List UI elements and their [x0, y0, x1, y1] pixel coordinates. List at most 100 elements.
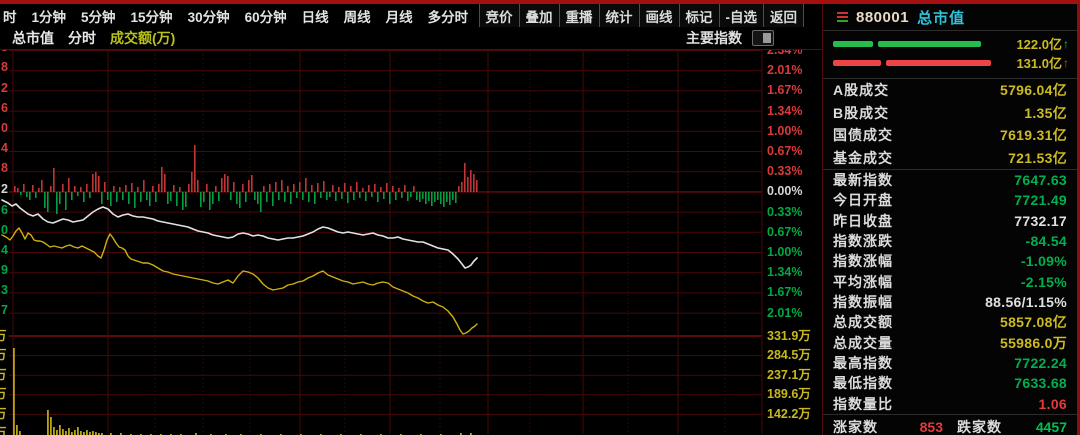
- volume-bar: [19, 431, 21, 435]
- decline-bar: [254, 192, 256, 200]
- stat-row[interactable]: 最高指数7722.24: [823, 353, 1077, 373]
- chart-tab[interactable]: 成交额(万): [110, 28, 175, 48]
- major-index-toggle[interactable]: [752, 30, 774, 46]
- index-name: 总市值: [917, 7, 965, 28]
- stat-value: 7732.17: [1014, 213, 1067, 229]
- advance-bar: [368, 185, 370, 192]
- period-tab[interactable]: 多分时: [428, 6, 469, 26]
- decline-bar: [110, 192, 112, 206]
- stat-row[interactable]: 基金成交721.53亿: [823, 147, 1077, 169]
- volume-bar: [53, 427, 55, 435]
- period-tab[interactable]: 15分钟: [131, 6, 173, 26]
- advance-bar: [62, 184, 64, 192]
- advance-bar: [197, 180, 199, 192]
- advance-bar: [224, 174, 226, 192]
- volume-bar: [62, 429, 64, 435]
- panel-header[interactable]: 880001 总市值: [823, 4, 1077, 31]
- major-index-label: 主要指数: [686, 28, 742, 48]
- decline-bar: [35, 192, 37, 198]
- advance-bar: [143, 180, 145, 192]
- action-button[interactable]: 统计: [599, 4, 639, 27]
- advance-bar: [137, 187, 139, 192]
- decline-bar: [47, 192, 49, 212]
- decline-bar: [116, 192, 118, 202]
- menu-icon[interactable]: [837, 12, 848, 22]
- stat-row[interactable]: 指数振幅88.56/1.15%: [823, 292, 1077, 312]
- advance-bar: [404, 185, 406, 192]
- period-tab-fragment[interactable]: 时: [3, 6, 17, 26]
- stat-value: 5796.04亿: [1000, 80, 1067, 100]
- decline-bar: [419, 192, 421, 202]
- stat-label: 总成交量: [833, 333, 893, 353]
- stat-row[interactable]: 国债成交7619.31亿: [823, 124, 1077, 146]
- advance-bar: [17, 188, 19, 192]
- stat-row[interactable]: 指数涨跌-84.54: [823, 231, 1077, 251]
- decline-bar: [401, 192, 403, 198]
- action-button[interactable]: 返回: [763, 4, 804, 27]
- decline-bar: [302, 192, 304, 200]
- stat-row[interactable]: 指数量比1.06: [823, 394, 1077, 414]
- volume-bar: [65, 431, 67, 435]
- period-tab[interactable]: 日线: [302, 6, 329, 26]
- action-button[interactable]: 标记: [679, 4, 719, 27]
- major-index-control: 主要指数: [686, 28, 774, 48]
- decline-bar: [428, 192, 430, 201]
- volume-bar: [50, 417, 52, 435]
- stat-row[interactable]: 总成交量55986.0万: [823, 333, 1077, 353]
- stat-row[interactable]: 昨日收盘7732.17: [823, 211, 1077, 231]
- stat-row[interactable]: 平均涨幅-2.15%: [823, 272, 1077, 292]
- stat-value: 1.35亿: [1024, 103, 1067, 123]
- advance-bar: [386, 183, 388, 192]
- advance-bar: [164, 174, 166, 192]
- advance-bar: [281, 180, 283, 192]
- stat-row[interactable]: 最低指数7633.68: [823, 373, 1077, 393]
- advance-bar: [251, 175, 253, 192]
- period-tab[interactable]: 30分钟: [188, 6, 230, 26]
- period-tab[interactable]: 60分钟: [245, 6, 287, 26]
- action-buttons: 竞价叠加重播统计画线标记-自选返回: [479, 4, 805, 27]
- stat-row[interactable]: B股成交1.35亿: [823, 102, 1077, 124]
- advance-bar: [104, 182, 106, 192]
- advance-bar: [305, 178, 307, 192]
- advance-bar: [464, 163, 466, 192]
- chart-tab[interactable]: 总市值: [12, 28, 54, 48]
- decline-bar: [200, 192, 202, 207]
- advance-bar: [470, 170, 472, 192]
- period-tab[interactable]: 1分钟: [32, 6, 67, 26]
- advance-bar: [113, 186, 115, 192]
- period-tab[interactable]: 月线: [386, 6, 413, 26]
- advance-bar: [323, 181, 325, 192]
- decline-bar: [284, 192, 286, 202]
- volume-bar: [16, 425, 18, 435]
- advance-bar: [173, 185, 175, 192]
- action-button[interactable]: 重播: [559, 4, 599, 27]
- chart-tab[interactable]: 分时: [68, 28, 96, 48]
- stat-row[interactable]: A股成交 5796.04亿: [823, 79, 1077, 101]
- stat-row[interactable]: 今日开盘7721.49: [823, 190, 1077, 210]
- stock-trading-terminal: 时 1分钟5分钟15分钟30分钟60分钟日线周线月线多分时更多〉 竞价叠加重播统…: [0, 0, 1080, 435]
- stat-row[interactable]: 总成交额 5857.08亿: [823, 312, 1077, 332]
- volume-bar: [68, 428, 70, 435]
- stat-row[interactable]: 指数涨幅-1.09%: [823, 251, 1077, 271]
- action-button[interactable]: -自选: [719, 4, 764, 27]
- decline-bar: [329, 192, 331, 197]
- period-tab[interactable]: 5分钟: [81, 6, 116, 26]
- stat-value: 5857.08亿: [1000, 312, 1067, 332]
- stat-label: A股成交: [833, 80, 889, 100]
- advance-bar: [467, 177, 469, 192]
- stat-row[interactable]: 最新指数7647.63: [823, 170, 1077, 190]
- action-button[interactable]: 画线: [639, 4, 679, 27]
- advance-bar: [95, 172, 97, 192]
- decline-bar: [431, 192, 433, 206]
- period-tab[interactable]: 周线: [344, 6, 371, 26]
- stat-label: 总成交额: [833, 312, 893, 332]
- stat-value: -2.15%: [1021, 274, 1067, 290]
- advance-bar: [92, 174, 94, 192]
- action-button[interactable]: 叠加: [519, 4, 559, 27]
- gauge-row: 131.0亿↑: [823, 53, 1077, 72]
- action-button[interactable]: 竞价: [479, 4, 519, 27]
- intraday-chart[interactable]: [0, 0, 822, 435]
- decline-bar: [59, 192, 61, 204]
- decline-bar: [416, 192, 418, 200]
- menu-icon-bar: [837, 16, 848, 18]
